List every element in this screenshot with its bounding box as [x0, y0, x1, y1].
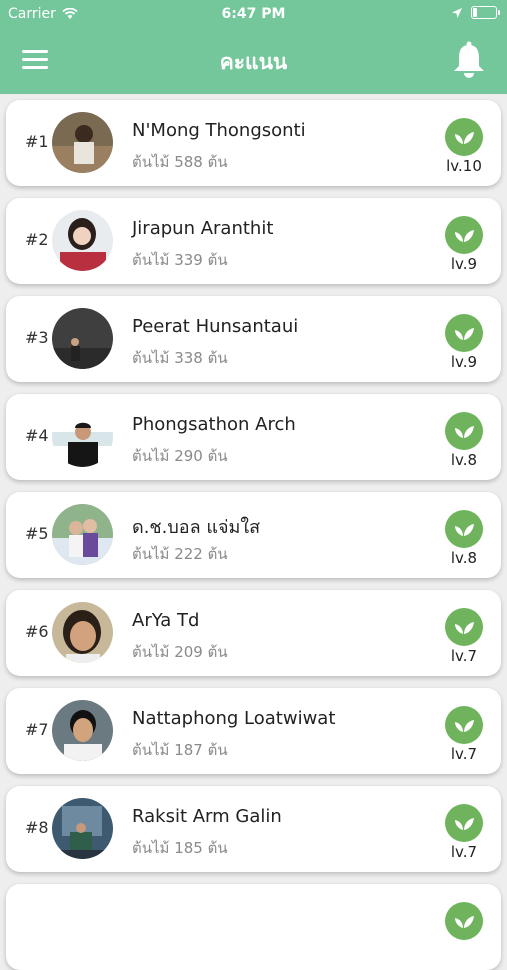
rank-label: #4 — [25, 426, 49, 445]
rank-label: #2 — [25, 230, 49, 249]
level-label: lv.9 — [450, 255, 478, 273]
level-label: lv.7 — [450, 745, 478, 763]
level-label: lv.7 — [450, 647, 478, 665]
avatar — [52, 210, 113, 271]
avatar — [52, 112, 113, 173]
rank-label: #6 — [25, 622, 49, 641]
user-name: Peerat Hunsantaui — [132, 316, 299, 337]
leaf-icon — [445, 804, 483, 842]
leaf-icon — [445, 314, 483, 352]
avatar — [52, 700, 113, 761]
battery-icon — [471, 6, 500, 19]
avatar — [52, 504, 113, 565]
rank-label: #8 — [25, 818, 49, 837]
leaderboard-card[interactable]: #2 Jirapun Aranthit ต้นไม้ 339 ต้น lv.9 — [6, 198, 501, 284]
user-name: Raksit Arm Galin — [132, 806, 282, 827]
leaf-icon — [445, 706, 483, 744]
user-name: N'Mong Thongsonti — [132, 120, 306, 141]
leaf-icon — [445, 608, 483, 646]
tree-count: ต้นไม้ 185 ต้น — [132, 839, 228, 857]
bell-icon — [454, 41, 484, 78]
avatar — [52, 308, 113, 369]
rank-label: #7 — [25, 720, 49, 739]
status-bar: Carrier 6:47 PM — [0, 0, 507, 28]
level-label: lv.7 — [450, 843, 478, 861]
leaderboard-card[interactable]: #5 ด.ช.บอล แจ่มใส ต้นไม้ 222 ต้น lv.8 — [6, 492, 501, 578]
level-label: lv.10 — [446, 157, 482, 175]
tree-count: ต้นไม้ 588 ต้น — [132, 153, 228, 171]
tree-count: ต้นไม้ 222 ต้น — [132, 545, 228, 563]
level-label: lv.8 — [450, 451, 478, 469]
page-title: คะแนน — [219, 50, 288, 74]
leaderboard-card-partial[interactable] — [6, 884, 501, 970]
leaderboard-card[interactable]: #3 Peerat Hunsantaui ต้นไม้ 338 ต้น lv.9 — [6, 296, 501, 382]
user-name: ด.ช.บอล แจ่มใส — [132, 517, 261, 538]
level-label: lv.8 — [450, 549, 478, 567]
tree-count: ต้นไม้ 187 ต้น — [132, 741, 228, 759]
rank-label: #3 — [25, 328, 49, 347]
avatar — [52, 406, 113, 467]
leaderboard-card[interactable]: #1 N'Mong Thongsonti ต้นไม้ 588 ต้น lv.1… — [6, 100, 501, 186]
app-header: Carrier 6:47 PM คะแนน — [0, 0, 507, 94]
status-right — [451, 6, 500, 19]
user-name: ArYa Td — [132, 610, 200, 631]
rank-label: #1 — [25, 132, 49, 151]
leaderboard-card[interactable]: #7 Nattaphong Loatwiwat ต้นไม้ 187 ต้น l… — [6, 688, 501, 774]
leaf-icon — [445, 510, 483, 548]
level-label: lv.9 — [450, 353, 478, 371]
leaderboard-card[interactable]: #6 ArYa Td ต้นไม้ 209 ต้น lv.7 — [6, 590, 501, 676]
rank-label: #5 — [25, 524, 49, 543]
leaderboard-card[interactable]: #8 Raksit Arm Galin ต้นไม้ 185 ต้น lv.7 — [6, 786, 501, 872]
user-name: Nattaphong Loatwiwat — [132, 708, 336, 729]
leaf-icon — [445, 118, 483, 156]
location-arrow-icon — [452, 7, 462, 18]
tree-count: ต้นไม้ 290 ต้น — [132, 447, 228, 465]
avatar — [52, 602, 113, 663]
tree-count: ต้นไม้ 338 ต้น — [132, 349, 228, 367]
notification-button[interactable] — [451, 40, 487, 80]
leaf-icon — [445, 216, 483, 254]
leaf-icon — [445, 902, 483, 940]
tree-count: ต้นไม้ 339 ต้น — [132, 251, 228, 269]
clock: 6:47 PM — [221, 6, 286, 22]
user-name: Jirapun Aranthit — [132, 218, 274, 239]
leaf-icon — [445, 412, 483, 450]
avatar — [52, 798, 113, 859]
user-name: Phongsathon Arch — [132, 414, 296, 435]
tree-count: ต้นไม้ 209 ต้น — [132, 643, 228, 661]
leaderboard-card[interactable]: #4 Phongsathon Arch ต้นไม้ 290 ต้น lv.8 — [6, 394, 501, 480]
